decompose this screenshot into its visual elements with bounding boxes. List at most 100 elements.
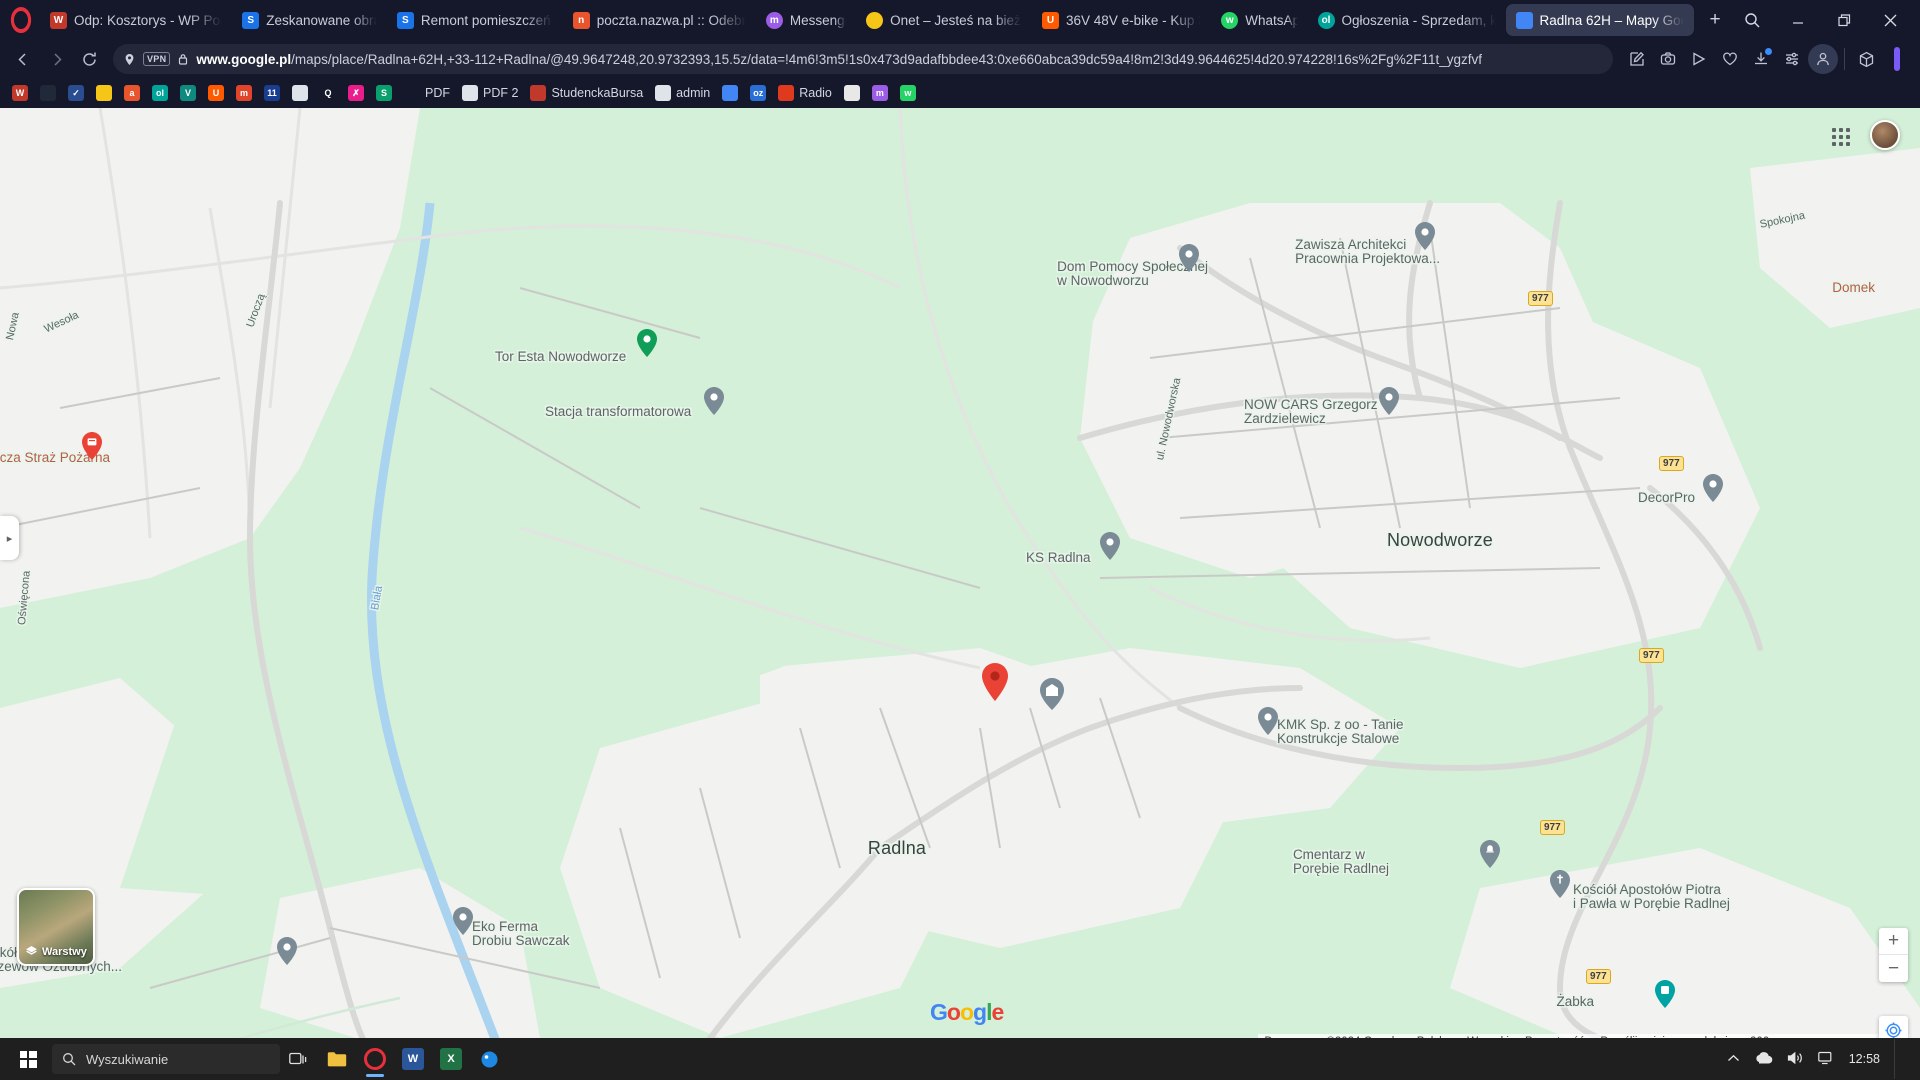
allegro-lokalnie-icon — [40, 85, 56, 101]
show-desktop-button[interactable] — [1894, 1039, 1904, 1079]
bookmark-pdf[interactable]: PDF — [398, 81, 456, 105]
browser-tab[interactable]: m Messenger — [756, 4, 856, 36]
skype-icon: S — [376, 85, 392, 101]
opera-icon — [364, 1048, 386, 1070]
bookmark-allegro[interactable]: U — [202, 81, 230, 105]
profile-icon[interactable] — [1808, 44, 1838, 74]
taskbar-clock[interactable]: 12:58 — [1849, 1052, 1880, 1066]
onet-icon — [866, 11, 884, 29]
apps-grid-icon[interactable] — [1832, 128, 1850, 146]
bookmark-whatsapp[interactable]: w — [894, 81, 922, 105]
reload-button[interactable] — [74, 44, 104, 74]
wp-icon: W — [50, 11, 67, 29]
road-shield: 977 — [1586, 969, 1611, 984]
minimize-button[interactable] — [1776, 3, 1820, 37]
tab-label: Remont pomieszczeń.pdf — [420, 12, 553, 28]
vpn-badge[interactable]: VPN — [143, 52, 171, 66]
opera-logo-icon — [10, 7, 32, 33]
bookmark-skype[interactable]: S — [370, 81, 398, 105]
browser-tab[interactable]: ol Ogłoszenia - Sprzedam, kupię — [1308, 4, 1506, 36]
browser-tab[interactable]: w WhatsApp — [1211, 4, 1307, 36]
expand-sidebar-button[interactable]: ▸ — [0, 516, 19, 560]
send-icon[interactable] — [1684, 44, 1714, 74]
close-button[interactable] — [1868, 3, 1912, 37]
tab-label: 36V 48V e-bike - Kup 36V — [1066, 12, 1201, 28]
globus-icon — [843, 85, 860, 101]
tab-strip: W Odp: Kosztorys - WP Poczta S Zeskanowane … — [0, 0, 1920, 40]
forward-button[interactable] — [41, 44, 71, 74]
url-input[interactable]: VPN www.google.pl/maps/place/Radlna+62H,… — [113, 44, 1613, 74]
notes-icon[interactable] — [1622, 44, 1652, 74]
paint-icon — [478, 1048, 500, 1070]
heart-icon[interactable] — [1715, 44, 1745, 74]
bookmark-studencka-bursa[interactable]: StudenckaBursa — [524, 81, 649, 105]
bookmark-admin[interactable]: admin — [649, 81, 716, 105]
bookmark-morele[interactable]: m — [230, 81, 258, 105]
new-tab-button[interactable]: + — [1700, 5, 1730, 35]
opera-sidebar-toggle[interactable] — [1882, 44, 1912, 74]
task-view-button[interactable] — [280, 1039, 318, 1079]
snapshot-icon[interactable] — [1653, 44, 1683, 74]
bookmark-radio[interactable]: Radio — [772, 81, 838, 105]
bookmark-pdf-2[interactable]: PDF 2 — [456, 81, 524, 105]
zoom-out-button[interactable]: − — [1879, 955, 1908, 982]
maximize-button[interactable] — [1822, 3, 1866, 37]
cloud-icon[interactable] — [1754, 1051, 1773, 1067]
bookmark-label: admin — [676, 86, 711, 100]
back-button[interactable] — [8, 44, 38, 74]
taskbar-app-file-explorer[interactable] — [318, 1039, 356, 1079]
downloads-icon[interactable] — [1746, 44, 1776, 74]
bookmark-vinted[interactable]: V — [174, 81, 202, 105]
browser-search-icon[interactable] — [1730, 3, 1774, 37]
bookmark-nazwa-pl[interactable]: a — [118, 81, 146, 105]
studencka-bursa-icon — [530, 85, 547, 101]
map-viewport[interactable]: Zawisza Architekci Pracownia Projektowa.… — [0, 108, 1920, 1052]
primary-location-marker[interactable] — [982, 663, 1008, 701]
bookmark-label: PDF 2 — [483, 86, 519, 100]
easy-setup-icon[interactable] — [1777, 44, 1807, 74]
bookmark-allegro-lokalnie[interactable] — [34, 81, 62, 105]
browser-tab[interactable]: Onet – Jesteś na bieżąco — [856, 4, 1032, 36]
building-marker[interactable] — [1040, 678, 1064, 710]
volume-icon[interactable] — [1787, 1051, 1804, 1068]
bookmark-onet[interactable] — [90, 81, 118, 105]
bookmark-olx-zlecenia[interactable]: oz — [744, 81, 772, 105]
taskbar-app-paint[interactable] — [470, 1039, 508, 1079]
bookmark-globus[interactable] — [838, 81, 866, 105]
tab-label: Zeskanowane obrazy — [266, 12, 377, 28]
bookmark-ceneo[interactable]: ✗ — [342, 81, 370, 105]
bookmark-skanuj[interactable]: ✓ — [62, 81, 90, 105]
allegro-icon: U — [208, 85, 224, 101]
browser-tab[interactable]: S Zeskanowane obrazy — [232, 4, 387, 36]
toolbar-divider — [1844, 48, 1845, 70]
whatsapp-icon: w — [899, 85, 916, 101]
extensions-cube-icon[interactable] — [1851, 44, 1881, 74]
tab-label: Messenger — [789, 12, 846, 28]
taskbar-apps: WX — [318, 1039, 508, 1079]
taskbar-app-opera[interactable] — [356, 1039, 394, 1079]
bookmark-messenger[interactable]: m — [866, 81, 894, 105]
windows-start-button[interactable] — [6, 1039, 50, 1079]
skanuj-icon: S — [242, 11, 260, 29]
avatar[interactable] — [1870, 120, 1900, 150]
bookmark-szukaj[interactable]: Q — [314, 81, 342, 105]
taskbar-search[interactable]: Wyszukiwanie — [52, 1044, 280, 1074]
bookmark-wp-poczta[interactable]: W — [6, 81, 34, 105]
zoom-in-button[interactable]: + — [1879, 928, 1908, 955]
layers-button[interactable]: Warstwy — [17, 888, 95, 966]
tab-label: Odp: Kosztorys - WP Poczta — [74, 12, 222, 28]
bookmark-olx[interactable]: ol — [146, 81, 174, 105]
tray-chevron-icon[interactable] — [1727, 1052, 1740, 1066]
browser-tab[interactable]: U 36V 48V e-bike - Kup 36V — [1032, 4, 1211, 36]
taskbar-app-excel[interactable]: X — [432, 1039, 470, 1079]
browser-tab[interactable]: S Remont pomieszczeń.pdf — [387, 4, 563, 36]
browser-tab[interactable]: Radlna 62H – Mapy Google — [1505, 4, 1694, 36]
browser-tab[interactable]: W Odp: Kosztorys - WP Poczta — [40, 4, 232, 36]
bookmark-dokument[interactable] — [286, 81, 314, 105]
browser-tab[interactable]: n poczta.nazwa.pl :: Odebrane — [563, 4, 756, 36]
bookmark-kalendarz[interactable]: 11 — [258, 81, 286, 105]
window-controls — [1730, 3, 1920, 37]
taskbar-app-word[interactable]: W — [394, 1039, 432, 1079]
network-icon[interactable] — [1817, 1051, 1835, 1068]
bookmark-dysk-google[interactable] — [716, 81, 744, 105]
